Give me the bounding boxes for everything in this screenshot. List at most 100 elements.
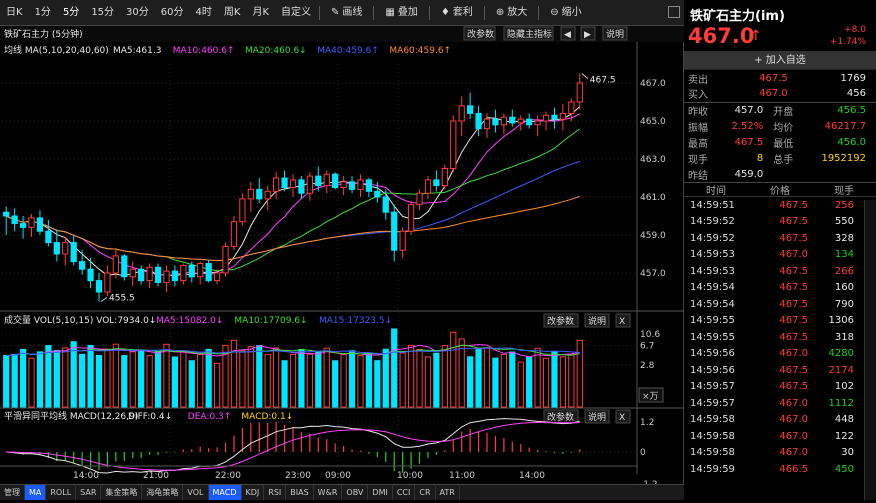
period-3[interactable]: 15分: [85, 0, 120, 26]
indicator-tab-10[interactable]: BIAS: [286, 485, 314, 500]
candle-body: [382, 196, 389, 213]
tick-price: 467.0: [779, 447, 808, 459]
candle-body: [365, 179, 373, 192]
tool-arbitrage-button[interactable]: ♦ 套利: [432, 0, 482, 26]
x-tick-label: 22:00: [215, 471, 241, 481]
period-8[interactable]: 月K: [246, 0, 275, 26]
toolbar-separator: [483, 5, 485, 20]
indicator-tab-12[interactable]: OBV: [342, 485, 369, 500]
volume-bar: [340, 354, 347, 408]
stat-row: 振幅 2.52% 均价 46217.7: [684, 119, 876, 135]
volume-bar: [306, 353, 313, 408]
chart-svg[interactable]: 铁矿石主力 (5分钟) 改参数 隐藏主指标 ◀ ▶ 说明均线 MA(5,10,20,40,…: [0, 26, 684, 500]
volume-bar: [289, 353, 297, 408]
stat-label: 总手: [773, 155, 794, 166]
volume-bar: [315, 351, 322, 408]
x-tick-label: 14:00: [519, 471, 545, 481]
period-4[interactable]: 30分: [120, 0, 155, 26]
high-pointer: [581, 73, 589, 79]
tick-time: 14:59:58: [690, 430, 735, 442]
main-panel-button-label: 说明: [606, 28, 624, 40]
stat-label: 现手: [688, 155, 708, 166]
tick-price: 466.5: [779, 463, 808, 475]
indicator-tab-9[interactable]: RSI: [264, 485, 287, 500]
candle-body: [188, 264, 195, 278]
tick-time: 14:59:58: [690, 447, 735, 459]
toolbar-separator: [538, 5, 540, 20]
line-draw-icon: ✎: [331, 6, 340, 18]
vol-unit-label: ×万: [642, 392, 659, 402]
candle-body: [95, 280, 103, 293]
tick-row: 14:59:55 467.5 1306: [684, 313, 876, 330]
book-row: 买入 467.0 456: [684, 86, 876, 102]
candle-body: [28, 217, 35, 228]
candle-body: [138, 268, 145, 282]
macd-legend-item: DIFF:0.4↓: [128, 412, 172, 422]
scrollbar[interactable]: [864, 200, 876, 500]
candle-body: [399, 230, 406, 251]
stat-value: 467.5: [734, 137, 764, 148]
tick-header-cell: 价格: [770, 186, 790, 197]
indicator-tab-16[interactable]: ATR: [436, 485, 460, 500]
period-2[interactable]: 5分: [57, 0, 85, 26]
volume-bar: [332, 360, 339, 408]
add-to-watchlist-button[interactable]: + 加入自选: [684, 52, 876, 70]
maximize-icon[interactable]: [668, 6, 680, 18]
indicator-tab-4[interactable]: 集金策略: [101, 485, 143, 500]
period-0[interactable]: 日K: [0, 0, 29, 26]
indicator-tab-11[interactable]: W&R: [314, 485, 343, 500]
indicator-tab-13[interactable]: DMI: [368, 485, 393, 500]
period-5[interactable]: 60分: [155, 0, 190, 26]
tick-price: 467.5: [779, 282, 808, 294]
indicator-tab-15[interactable]: CR: [415, 485, 436, 500]
period-9[interactable]: 自定义: [275, 0, 317, 26]
indicator-tab-1[interactable]: MA: [25, 485, 47, 500]
volume-bar: [542, 357, 550, 408]
main-panel-button-label: ◀: [564, 30, 571, 40]
tool-zoom-out-button[interactable]: ⊖ 缩小: [541, 0, 590, 26]
tool-overlay-button[interactable]: ▦ 叠加: [376, 0, 426, 26]
period-7[interactable]: 周K: [218, 0, 247, 26]
candle-body: [315, 175, 322, 187]
main-panel-button-label: 隐藏主指标: [507, 28, 552, 40]
volume-bar: [281, 360, 288, 408]
indicator-tab-14[interactable]: CCI: [393, 485, 416, 500]
candle-body: [492, 118, 499, 126]
indicator-tab-0[interactable]: 管理: [0, 485, 25, 500]
book-label: 买入: [688, 90, 708, 102]
indicator-tab-5[interactable]: 海龟策略: [142, 485, 184, 500]
candle-body: [348, 181, 356, 190]
volume-bar: [298, 348, 305, 408]
volume-bar: [424, 356, 432, 408]
quote-header: 铁矿石主力(im) 467.0 ↑ +8.0 +1.74%: [684, 0, 876, 52]
overlay-icon: ▦: [385, 6, 395, 18]
volume-bar: [500, 353, 507, 408]
candle-body: [154, 266, 162, 284]
tick-time: 14:59:52: [690, 216, 735, 228]
period-1[interactable]: 1分: [29, 0, 57, 26]
book-label: 卖出: [688, 74, 708, 86]
vol-y-tick: 10.6: [640, 330, 660, 340]
indicator-tab-8[interactable]: KDJ: [242, 485, 265, 500]
vol-y-tick: 6.7: [640, 342, 654, 352]
indicator-tab-2[interactable]: ROLL: [46, 485, 77, 500]
stat-row: 昨收 457.0 开盘 456.5: [684, 103, 876, 119]
tick-row: 14:59:57 467.0 1112: [684, 395, 876, 412]
volume-bar: [129, 351, 136, 408]
chart-area[interactable]: 铁矿石主力 (5分钟) 改参数 隐藏主指标 ◀ ▶ 说明 均线 MA(5,10,20,40,…: [0, 26, 684, 500]
period-6[interactable]: 4时: [190, 0, 218, 26]
stat-value: 456.5: [837, 105, 866, 116]
volume-bar: [551, 351, 558, 408]
indicator-tab-7[interactable]: MACD: [208, 485, 242, 500]
candle-body: [500, 116, 507, 126]
volume-bar: [53, 349, 60, 408]
candle-body: [180, 264, 187, 282]
tool-line-draw-button[interactable]: ✎ 画线: [322, 0, 371, 26]
tool-zoom-in-button[interactable]: ⊕ 放大: [487, 0, 536, 26]
volume-bar: [19, 348, 27, 408]
book-price: 467.0: [759, 88, 788, 100]
volume-bar: [357, 355, 364, 408]
indicator-tab-3[interactable]: SAR: [76, 485, 102, 500]
stat-value: 8: [756, 153, 764, 164]
indicator-tab-6[interactable]: VOL: [183, 485, 209, 500]
